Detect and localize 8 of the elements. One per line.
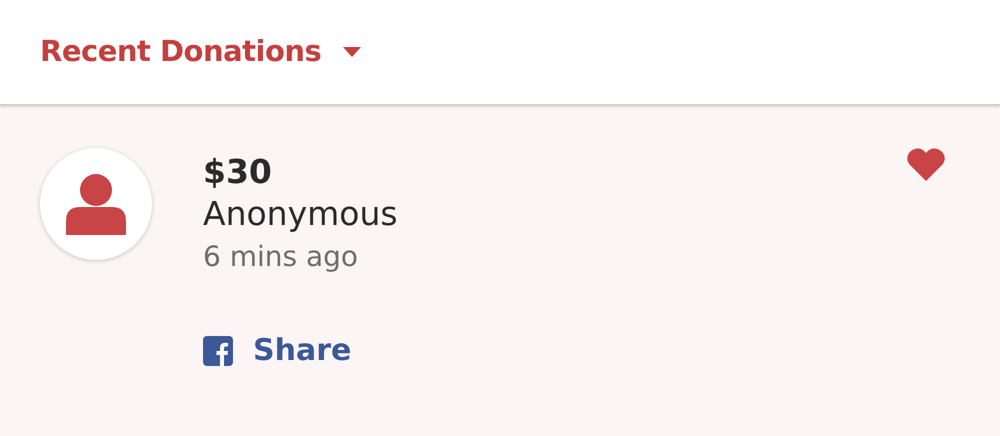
donor-name: Anonymous — [203, 192, 399, 235]
caret-icon[interactable] — [343, 46, 362, 58]
donation-amount: $30 — [203, 152, 273, 192]
section-title[interactable]: Recent Donations — [40, 30, 322, 74]
facebook-icon — [203, 336, 233, 366]
heart-icon[interactable] — [907, 148, 945, 181]
share-link[interactable]: Share — [203, 328, 352, 374]
donation-time: 6 mins ago — [203, 239, 360, 276]
